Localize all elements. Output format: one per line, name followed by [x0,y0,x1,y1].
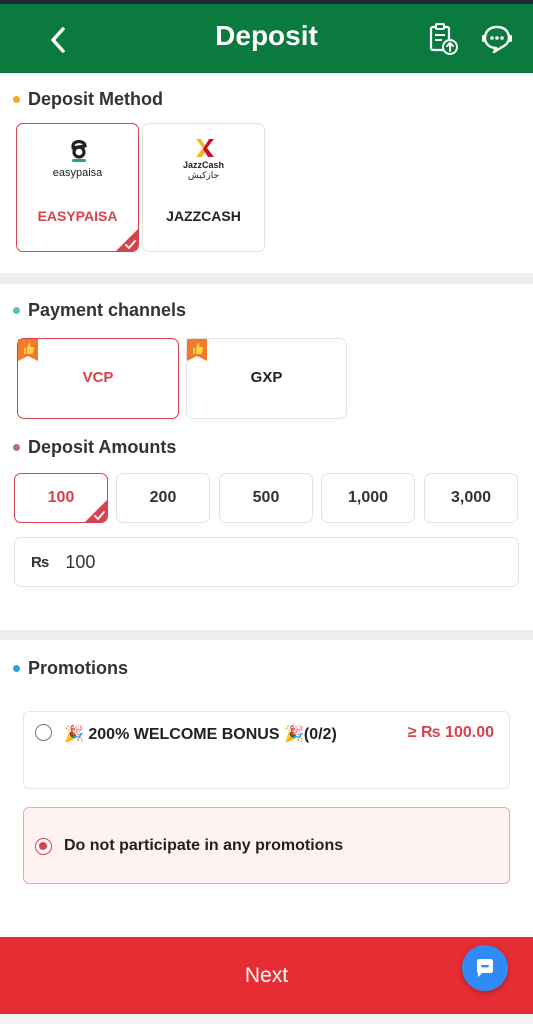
selected-check-icon [116,229,138,251]
deposit-records-button[interactable] [424,20,462,58]
chat-bubble-icon [477,959,493,977]
easypaisa-logo-icon [71,139,87,162]
amount-input[interactable] [65,551,446,573]
clipboard-upload-icon [429,23,458,55]
deposit-amounts-heading: Deposit Amounts [13,437,176,458]
bullet-dot [13,444,20,451]
next-button[interactable]: Next [0,937,533,1014]
deposit-amounts-title: Deposit Amounts [28,437,177,457]
promotions-section: Promotions 🎉 200% WELCOME BONUS 🎉(0/2) ≥… [0,640,533,937]
currency-symbol: ₨ [31,553,50,571]
method-label-easypaisa: EASYPAISA [37,208,118,224]
channel-card-vcp[interactable]: VCP [17,338,179,419]
customer-support-button[interactable] [478,20,516,58]
amount-option-100[interactable]: 100 [14,473,108,523]
next-button-label: Next [244,963,289,987]
section-divider [0,630,533,640]
amount-field[interactable]: ₨ [14,537,519,587]
deposit-method-heading: Deposit Method [13,89,163,110]
jazzcash-logo-urdu-text: جازکیش [187,170,220,180]
amount-option-label: 500 [252,489,280,506]
promo-radio[interactable] [35,724,52,741]
amount-option-1000[interactable]: 1,000 [321,473,415,523]
easypaisa-logo-text: easypaisa [52,167,103,179]
selected-check-icon [85,500,107,522]
deposit-method-title: Deposit Method [28,89,163,109]
amount-option-3000[interactable]: 3,000 [424,473,518,523]
amount-option-200[interactable]: 200 [116,473,210,523]
promo-radio[interactable] [35,838,52,855]
jazzcash-logo-text: JazzCash [182,160,225,170]
promo-title: Do not participate in any promotions [64,837,344,854]
jazzcash-logo-icon [196,139,214,157]
chat-support-icon [482,25,512,54]
live-chat-button[interactable] [462,945,508,991]
bullet-dot [13,665,20,672]
thumb-up-badge-icon [187,339,207,361]
channel-label-gxp: GXP [250,369,283,386]
promo-option-welcome-bonus[interactable]: 🎉 200% WELCOME BONUS 🎉(0/2) ≥ ₨ 100.00 [23,711,510,789]
header-bar: Deposit [0,4,533,73]
bullet-dot [13,307,20,314]
promo-title: 🎉 200% WELCOME BONUS 🎉(0/2) [64,726,337,743]
amount-option-label: 100 [47,489,75,506]
thumb-up-badge-icon [18,339,38,361]
payment-channels-heading: Payment channels [13,300,186,321]
section-divider [0,273,533,284]
deposit-method-section: Deposit Method easypaisa EASYPAISA JazzC… [0,73,533,273]
amount-option-label: 3,000 [450,489,492,506]
promotions-title: Promotions [28,658,129,678]
bottom-nav-strip [0,1014,533,1024]
payment-channels-title: Payment channels [28,300,187,320]
method-card-jazzcash[interactable]: JazzCash جازکیش JAZZCASH [142,123,265,252]
amount-option-label: 1,000 [347,489,389,506]
promo-min-amount: ≥ ₨ 100.00 [407,724,494,741]
promotions-heading: Promotions [13,658,128,679]
amount-option-500[interactable]: 500 [219,473,313,523]
amount-option-label: 200 [149,489,177,506]
channel-card-gxp[interactable]: GXP [186,338,347,419]
promo-option-no-promotion[interactable]: Do not participate in any promotions [23,807,510,884]
bullet-dot [13,96,20,103]
channel-label-vcp: VCP [82,369,114,386]
method-card-easypaisa[interactable]: easypaisa EASYPAISA [16,123,139,252]
method-label-jazzcash: JAZZCASH [166,208,241,224]
